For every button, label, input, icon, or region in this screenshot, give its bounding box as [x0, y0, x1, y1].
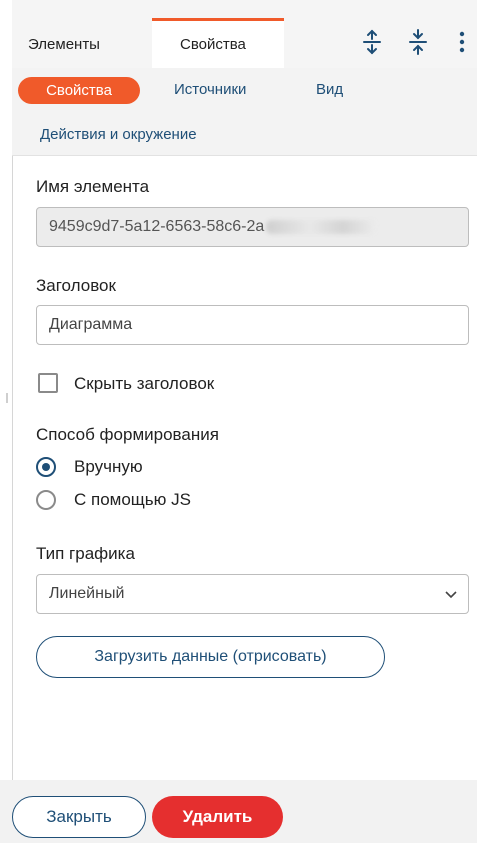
element-name-field: 9459c9d7-5a12-6563-58c6-2a	[36, 207, 469, 247]
left-edge-tick	[6, 393, 8, 403]
element-name-label: Имя элемента	[36, 177, 150, 196]
chart-type-select[interactable]: Линейный	[36, 574, 469, 614]
chevron-down-icon	[445, 591, 457, 599]
tab-properties-indicator	[152, 18, 284, 21]
collapse-vertical-icon[interactable]	[406, 28, 430, 56]
mode-label: Способ формирования	[36, 425, 219, 444]
load-data-button[interactable]: Загрузить данные (отрисовать)	[36, 636, 385, 678]
chart-type-label: Тип графика	[36, 544, 135, 563]
tab-properties[interactable]: Свойства	[180, 36, 246, 53]
mode-manual-radio[interactable]	[36, 457, 56, 477]
mode-js-label[interactable]: С помощью JS	[74, 490, 191, 510]
redacted-blur	[266, 219, 377, 234]
subtab-sources[interactable]: Источники	[174, 81, 246, 98]
delete-button[interactable]: Удалить	[152, 796, 283, 838]
expand-vertical-icon[interactable]	[360, 28, 384, 56]
more-vertical-icon[interactable]	[454, 28, 470, 56]
hide-title-checkbox[interactable]	[38, 373, 58, 393]
title-label: Заголовок	[36, 276, 116, 295]
subtab-actions[interactable]: Действия и окружение	[40, 126, 197, 143]
subtab-properties[interactable]: Свойства	[18, 77, 140, 104]
chart-type-value: Линейный	[49, 585, 125, 602]
subtab-view[interactable]: Вид	[316, 81, 343, 98]
element-name-value: 9459c9d7-5a12-6563-58c6-2a	[49, 218, 265, 235]
mode-manual-label[interactable]: Вручную	[74, 457, 143, 477]
title-input[interactable]: Диаграмма	[36, 305, 469, 345]
mode-js-radio[interactable]	[36, 490, 56, 510]
close-button[interactable]: Закрыть	[12, 796, 146, 838]
hide-title-label[interactable]: Скрыть заголовок	[74, 374, 214, 394]
